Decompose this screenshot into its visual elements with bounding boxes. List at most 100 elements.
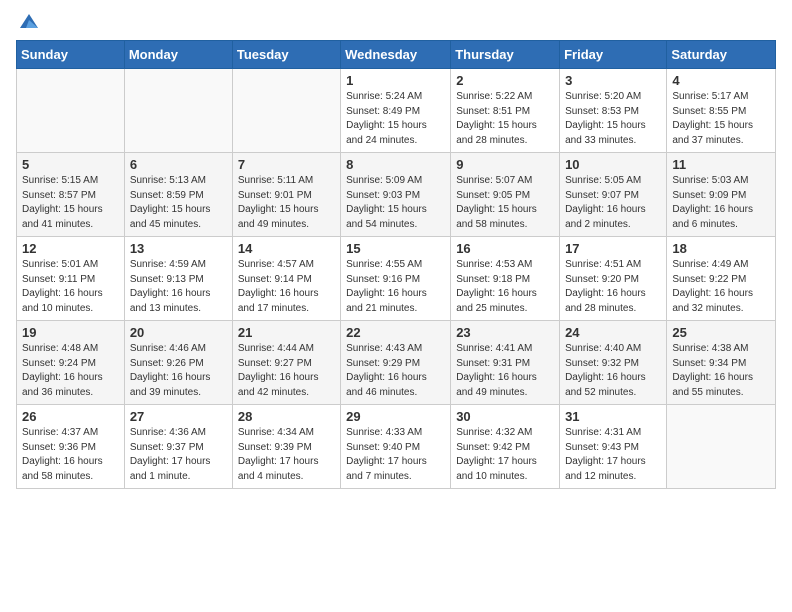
day-number-5: 5 (22, 157, 119, 172)
day-header-sunday: Sunday (17, 41, 125, 69)
day-cell-18: 18Sunrise: 4:49 AM Sunset: 9:22 PM Dayli… (667, 237, 776, 321)
day-cell-24: 24 Sunrise: 4:40 AM Sunset: 9:32 PM Dayli… (560, 321, 667, 405)
day-cell-1: 1 Sunrise: 5:24 AM Sunset: 8:49 PM Daylig… (341, 69, 451, 153)
day-header-tuesday: Tuesday (232, 41, 340, 69)
day-header-friday: Friday (560, 41, 667, 69)
day-cell-28: 28Sunrise: 4:34 AM Sunset: 9:39 PM Dayli… (232, 405, 340, 489)
day-number-18: 18 (672, 241, 770, 256)
day-header-wednesday: Wednesday (341, 41, 451, 69)
day-cell-25: 25 Sunrise: 4:38 AM Sunset: 9:34 PM Dayli… (667, 321, 776, 405)
day-number-20: 20 (130, 325, 227, 340)
day-info-10: Sunrise: 5:05 AM Sunset: 9:07 PM Dayligh… (565, 174, 661, 232)
day-info-11: Sunrise: 5:03 AM Sunset: 9:09 PM Dayligh… (672, 174, 770, 232)
day-info-3: Sunrise: 5:20 AM Sunset: 8:53 PM Dayligh… (565, 90, 661, 148)
day-number-15: 15 (346, 241, 445, 256)
day-info-20: Sunrise: 4:46 AM Sunset: 9:26 PM Dayligh… (130, 342, 227, 400)
day-cell-6: 6 Sunrise: 5:13 AM Sunset: 8:59 PM Daylig… (124, 153, 232, 237)
day-header-monday: Monday (124, 41, 232, 69)
day-info-24: Sunrise: 4:40 AM Sunset: 9:32 PM Dayligh… (565, 342, 661, 400)
day-number-10: 10 (565, 157, 661, 172)
day-info-9: Sunrise: 5:07 AM Sunset: 9:05 PM Dayligh… (456, 174, 554, 232)
day-info-13: Sunrise: 4:59 AM Sunset: 9:13 PM Dayligh… (130, 258, 227, 316)
day-info-25: Sunrise: 4:38 AM Sunset: 9:34 PM Dayligh… (672, 342, 770, 400)
day-info-12: Sunrise: 5:01 AM Sunset: 9:11 PM Dayligh… (22, 258, 119, 316)
day-info-7: Sunrise: 5:11 AM Sunset: 9:01 PM Dayligh… (238, 174, 335, 232)
day-number-11: 11 (672, 157, 770, 172)
day-number-19: 19 (22, 325, 119, 340)
day-cell-11: 11 Sunrise: 5:03 AM Sunset: 9:09 PM Dayli… (667, 153, 776, 237)
day-info-28: Sunrise: 4:34 AM Sunset: 9:39 PM Dayligh… (238, 426, 335, 484)
day-number-25: 25 (672, 325, 770, 340)
day-info-27: Sunrise: 4:36 AM Sunset: 9:37 PM Dayligh… (130, 426, 227, 484)
day-cell-23: 23 Sunrise: 4:41 AM Sunset: 9:31 PM Dayli… (451, 321, 560, 405)
day-number-1: 1 (346, 73, 445, 88)
day-cell-26: 26 Sunrise: 4:37 AM Sunset: 9:36 PM Dayli… (17, 405, 125, 489)
day-number-13: 13 (130, 241, 227, 256)
day-cell-15: 15 Sunrise: 4:55 AM Sunset: 9:16 PM Dayli… (341, 237, 451, 321)
day-info-23: Sunrise: 4:41 AM Sunset: 9:31 PM Dayligh… (456, 342, 554, 400)
day-number-12: 12 (22, 241, 119, 256)
day-cell-8: 8Sunrise: 5:09 AM Sunset: 9:03 PM Daylig… (341, 153, 451, 237)
day-info-2: Sunrise: 5:22 AM Sunset: 8:51 PM Dayligh… (456, 90, 554, 148)
day-info-16: Sunrise: 4:53 AM Sunset: 9:18 PM Dayligh… (456, 258, 554, 316)
empty-cell (124, 69, 232, 153)
day-number-27: 27 (130, 409, 227, 424)
day-cell-12: 12 Sunrise: 5:01 AM Sunset: 9:11 PM Dayli… (17, 237, 125, 321)
day-number-21: 21 (238, 325, 335, 340)
logo-icon (18, 10, 40, 32)
day-number-6: 6 (130, 157, 227, 172)
day-cell-2: 2 Sunrise: 5:22 AM Sunset: 8:51 PM Daylig… (451, 69, 560, 153)
day-number-31: 31 (565, 409, 661, 424)
day-cell-21: 21 Sunrise: 4:44 AM Sunset: 9:27 PM Dayli… (232, 321, 340, 405)
day-info-14: Sunrise: 4:57 AM Sunset: 9:14 PM Dayligh… (238, 258, 335, 316)
day-cell-30: 30 Sunrise: 4:32 AM Sunset: 9:42 PM Dayli… (451, 405, 560, 489)
day-info-29: Sunrise: 4:33 AM Sunset: 9:40 PM Dayligh… (346, 426, 445, 484)
day-number-24: 24 (565, 325, 661, 340)
header (16, 10, 776, 32)
day-info-21: Sunrise: 4:44 AM Sunset: 9:27 PM Dayligh… (238, 342, 335, 400)
day-number-30: 30 (456, 409, 554, 424)
day-cell-31: 31Sunrise: 4:31 AM Sunset: 9:43 PM Dayli… (560, 405, 667, 489)
day-info-4: Sunrise: 5:17 AM Sunset: 8:55 PM Dayligh… (672, 90, 770, 148)
day-info-1: Sunrise: 5:24 AM Sunset: 8:49 PM Dayligh… (346, 90, 445, 148)
day-number-2: 2 (456, 73, 554, 88)
day-cell-3: 3Sunrise: 5:20 AM Sunset: 8:53 PM Daylig… (560, 69, 667, 153)
day-number-4: 4 (672, 73, 770, 88)
calendar-table: SundayMondayTuesdayWednesdayThursdayFrid… (16, 40, 776, 489)
day-cell-5: 5 Sunrise: 5:15 AM Sunset: 8:57 PM Daylig… (17, 153, 125, 237)
day-cell-29: 29 Sunrise: 4:33 AM Sunset: 9:40 PM Dayli… (341, 405, 451, 489)
day-number-7: 7 (238, 157, 335, 172)
day-cell-16: 16Sunrise: 4:53 AM Sunset: 9:18 PM Dayli… (451, 237, 560, 321)
day-cell-17: 17Sunrise: 4:51 AM Sunset: 9:20 PM Dayli… (560, 237, 667, 321)
day-cell-13: 13 Sunrise: 4:59 AM Sunset: 9:13 PM Dayli… (124, 237, 232, 321)
day-header-saturday: Saturday (667, 41, 776, 69)
day-info-17: Sunrise: 4:51 AM Sunset: 9:20 PM Dayligh… (565, 258, 661, 316)
day-cell-20: 20 Sunrise: 4:46 AM Sunset: 9:26 PM Dayli… (124, 321, 232, 405)
empty-cell (232, 69, 340, 153)
page: SundayMondayTuesdayWednesdayThursdayFrid… (0, 0, 792, 612)
day-info-26: Sunrise: 4:37 AM Sunset: 9:36 PM Dayligh… (22, 426, 119, 484)
day-info-19: Sunrise: 4:48 AM Sunset: 9:24 PM Dayligh… (22, 342, 119, 400)
week-row-1: 5 Sunrise: 5:15 AM Sunset: 8:57 PM Daylig… (17, 153, 776, 237)
day-info-5: Sunrise: 5:15 AM Sunset: 8:57 PM Dayligh… (22, 174, 119, 232)
day-number-9: 9 (456, 157, 554, 172)
day-cell-4: 4 Sunrise: 5:17 AM Sunset: 8:55 PM Daylig… (667, 69, 776, 153)
day-number-14: 14 (238, 241, 335, 256)
day-info-22: Sunrise: 4:43 AM Sunset: 9:29 PM Dayligh… (346, 342, 445, 400)
day-info-15: Sunrise: 4:55 AM Sunset: 9:16 PM Dayligh… (346, 258, 445, 316)
days-header-row: SundayMondayTuesdayWednesdayThursdayFrid… (17, 41, 776, 69)
day-info-8: Sunrise: 5:09 AM Sunset: 9:03 PM Dayligh… (346, 174, 445, 232)
day-cell-10: 10 Sunrise: 5:05 AM Sunset: 9:07 PM Dayli… (560, 153, 667, 237)
week-row-2: 12 Sunrise: 5:01 AM Sunset: 9:11 PM Dayli… (17, 237, 776, 321)
week-row-0: 1 Sunrise: 5:24 AM Sunset: 8:49 PM Daylig… (17, 69, 776, 153)
day-number-23: 23 (456, 325, 554, 340)
day-info-30: Sunrise: 4:32 AM Sunset: 9:42 PM Dayligh… (456, 426, 554, 484)
day-number-29: 29 (346, 409, 445, 424)
day-header-thursday: Thursday (451, 41, 560, 69)
day-number-26: 26 (22, 409, 119, 424)
empty-cell (17, 69, 125, 153)
day-info-6: Sunrise: 5:13 AM Sunset: 8:59 PM Dayligh… (130, 174, 227, 232)
day-cell-9: 9 Sunrise: 5:07 AM Sunset: 9:05 PM Daylig… (451, 153, 560, 237)
day-number-22: 22 (346, 325, 445, 340)
empty-cell (667, 405, 776, 489)
